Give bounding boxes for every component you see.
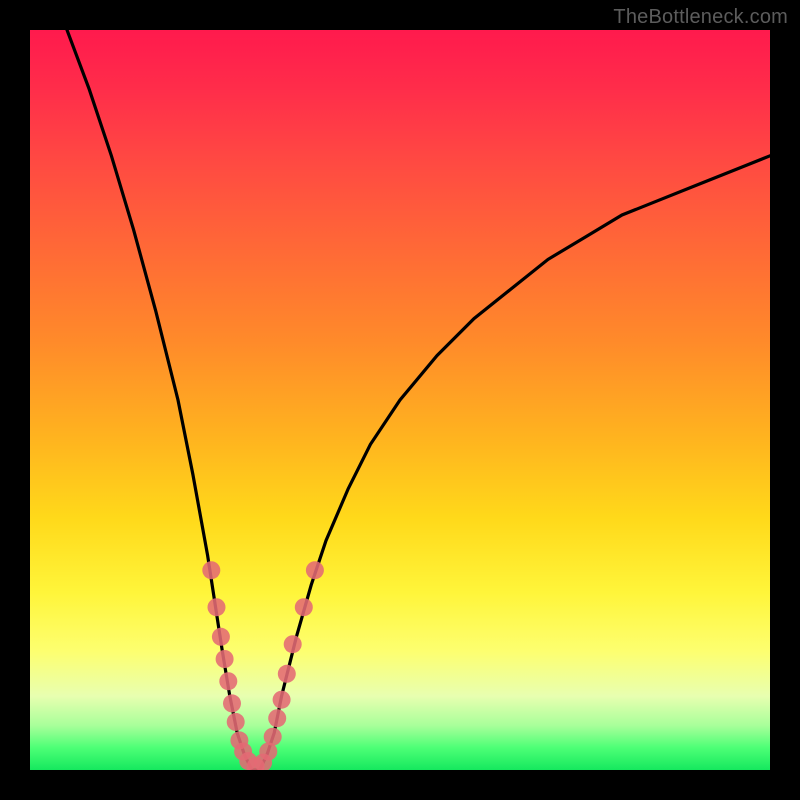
bottleneck-curve-line xyxy=(67,30,770,770)
data-point xyxy=(268,709,286,727)
data-point xyxy=(202,561,220,579)
chart-svg xyxy=(30,30,770,770)
data-point xyxy=(284,635,302,653)
data-point xyxy=(273,691,291,709)
data-point xyxy=(278,665,296,683)
data-point xyxy=(223,694,241,712)
data-point-markers xyxy=(202,561,324,770)
data-point xyxy=(219,672,237,690)
data-point xyxy=(295,598,313,616)
data-point xyxy=(227,713,245,731)
data-point xyxy=(216,650,234,668)
data-point xyxy=(306,561,324,579)
watermark-text: TheBottleneck.com xyxy=(613,6,788,29)
data-point xyxy=(208,598,226,616)
plot-area xyxy=(30,30,770,770)
data-point xyxy=(264,728,282,746)
chart-frame: TheBottleneck.com xyxy=(0,0,800,800)
data-point xyxy=(212,628,230,646)
